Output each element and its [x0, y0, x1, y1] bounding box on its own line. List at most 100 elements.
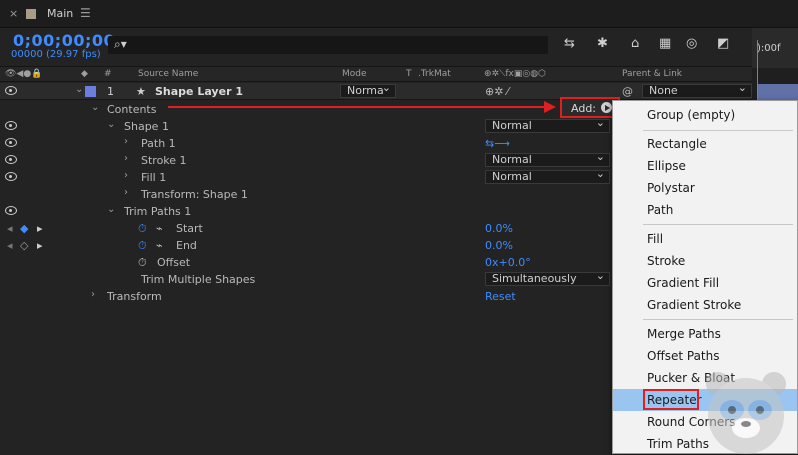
layer-name[interactable]: Shape Layer 1	[155, 85, 243, 98]
chevron-right-icon[interactable]: ›	[124, 136, 128, 147]
menu-item-rectangle[interactable]: Rectangle	[613, 133, 797, 155]
fill1-label: Fill 1	[141, 171, 167, 184]
stopwatch-icon[interactable]: ⏱	[138, 239, 147, 253]
search-input[interactable]: ⌕▾	[108, 36, 548, 54]
chevron-right-icon[interactable]: ›	[124, 187, 128, 198]
parent-dropdown[interactable]: None	[642, 82, 752, 98]
reset-link[interactable]: Reset	[485, 290, 516, 303]
composition-tab-bar: × Main ☰	[0, 0, 798, 28]
switches-icons: ⊕✲⟍fx▣◎◍⬡	[484, 69, 546, 79]
visibility-eye-icon[interactable]	[5, 138, 17, 147]
transform-label: Transform	[107, 290, 162, 303]
label-icon: ◆	[81, 69, 88, 79]
visibility-eye-icon[interactable]	[5, 206, 17, 215]
add-button[interactable]: Add:	[560, 97, 620, 118]
ruler-label: ):00f	[757, 43, 781, 54]
menu-item-polystar[interactable]: Polystar	[613, 177, 797, 199]
path-direction-icon[interactable]: ⇆⟶	[485, 137, 510, 150]
menu-item-offset-paths[interactable]: Offset Paths	[613, 345, 797, 367]
chevron-right-icon[interactable]: ›	[91, 289, 95, 300]
chevron-down-icon[interactable]: ⌄	[75, 84, 83, 95]
menu-item-gradient-stroke[interactable]: Gradient Stroke	[613, 294, 797, 316]
close-icon[interactable]: ×	[9, 7, 18, 20]
end-label: End	[176, 239, 197, 252]
header-parent-link: Parent & Link	[622, 69, 682, 79]
chevron-down-icon[interactable]: ⌄	[91, 102, 99, 113]
shape1-mode-dropdown[interactable]: Normal	[485, 117, 610, 133]
transform-shape1-label: Transform: Shape 1	[141, 188, 248, 201]
bear-mascot-watermark	[706, 372, 786, 454]
menu-separator	[643, 130, 793, 131]
search-icon: ⌕▾	[114, 37, 127, 51]
chevron-down-icon[interactable]: ⌄	[107, 119, 115, 130]
visibility-eye-icon[interactable]	[5, 121, 17, 130]
visibility-eye-icon[interactable]	[5, 86, 17, 95]
menu-item-gradient-fill[interactable]: Gradient Fill	[613, 272, 797, 294]
chevron-right-icon[interactable]: ›	[124, 153, 128, 164]
visibility-eye-icon[interactable]	[5, 155, 17, 164]
prev-keyframe-icon[interactable]: ◂	[7, 222, 13, 235]
menu-item-merge-paths[interactable]: Merge Paths	[613, 323, 797, 345]
layer-number: 1	[107, 85, 114, 98]
header-source-name[interactable]: Source Name	[138, 69, 198, 79]
menu-item-group-empty[interactable]: Group (empty)	[613, 104, 797, 126]
chevron-down-icon[interactable]: ⌄	[107, 204, 115, 215]
start-value[interactable]: 0.0%	[485, 222, 513, 235]
trim-multiple-dropdown[interactable]: Simultaneously	[485, 270, 610, 286]
offset-value[interactable]: 0x+0.0°	[485, 256, 531, 269]
menu-item-fill[interactable]: Fill	[613, 228, 797, 250]
next-keyframe-icon[interactable]: ▸	[37, 222, 43, 235]
composition-icon	[26, 9, 36, 19]
graph-icon[interactable]: ⌁	[156, 239, 163, 252]
keyframe-empty-icon[interactable]: ◇	[20, 239, 28, 252]
column-header: 👁◀●🔒 ◆ # Source Name Mode T .TrkMat ⊕✲⟍f…	[0, 66, 752, 82]
current-timecode[interactable]: 0;00;00;00	[13, 31, 115, 50]
shy-layers-icon[interactable]: ⌂	[631, 36, 639, 51]
menu-item-path[interactable]: Path	[613, 199, 797, 221]
fill1-mode-dropdown[interactable]: Normal	[485, 168, 610, 184]
graph-icon[interactable]: ⌁	[156, 222, 163, 235]
draft-3d-icon[interactable]: ✱	[597, 36, 608, 51]
contents-label: Contents	[107, 103, 157, 116]
trim-paths1-label: Trim Paths 1	[124, 205, 192, 218]
menu-separator	[643, 224, 793, 225]
chevron-right-icon[interactable]: ›	[124, 170, 128, 181]
av-features-icon: 👁◀●🔒	[5, 69, 43, 79]
menu-item-ellipse[interactable]: Ellipse	[613, 155, 797, 177]
trim-multiple-label: Trim Multiple Shapes	[141, 273, 256, 286]
layer-duration-bar[interactable]	[758, 84, 798, 100]
layer-mode-dropdown[interactable]: Norma	[340, 82, 396, 98]
shape-layer-icon: ★	[136, 85, 146, 98]
menu-separator	[643, 319, 793, 320]
shape1-label: Shape 1	[124, 120, 169, 133]
prev-keyframe-icon[interactable]: ◂	[7, 239, 13, 252]
visibility-eye-icon[interactable]	[5, 172, 17, 181]
motion-blur-icon[interactable]: ◎	[686, 36, 697, 51]
start-label: Start	[176, 222, 203, 235]
menu-item-stroke[interactable]: Stroke	[613, 250, 797, 272]
time-ruler[interactable]: ):00f	[752, 28, 798, 68]
stopwatch-icon[interactable]: ⏱	[138, 256, 147, 270]
header-mode: Mode	[342, 69, 367, 79]
keyframe-icon[interactable]: ◆	[20, 222, 28, 235]
composition-flowchart-icon[interactable]: ⇆	[564, 36, 575, 51]
next-keyframe-icon[interactable]: ▸	[37, 239, 43, 252]
tab-title[interactable]: Main	[47, 7, 73, 20]
header-t: T	[406, 69, 412, 79]
stroke1-label: Stroke 1	[141, 154, 187, 167]
layer-row[interactable]: ⌄ 1 ★ Shape Layer 1 Norma ⊕✲ ⁄ @ None	[0, 82, 752, 100]
label-color-swatch[interactable]	[85, 86, 96, 97]
annotation-arrow	[168, 106, 546, 108]
layer-switches-icon[interactable]: ⊕✲ ⁄	[485, 85, 509, 98]
frame-rate: 00000 (29.97 fps)	[11, 49, 101, 60]
graph-editor-icon[interactable]: ◩	[717, 36, 729, 51]
frame-blending-icon[interactable]: ▦	[659, 36, 671, 51]
stroke1-mode-dropdown[interactable]: Normal	[485, 151, 610, 167]
panel-menu-icon[interactable]: ☰	[80, 6, 91, 20]
pickwhip-icon[interactable]: @	[622, 85, 633, 98]
header-number: #	[104, 69, 112, 79]
play-icon	[601, 102, 612, 113]
end-value[interactable]: 0.0%	[485, 239, 513, 252]
annotation-highlight-box	[643, 389, 699, 410]
stopwatch-icon[interactable]: ⏱	[138, 222, 147, 236]
